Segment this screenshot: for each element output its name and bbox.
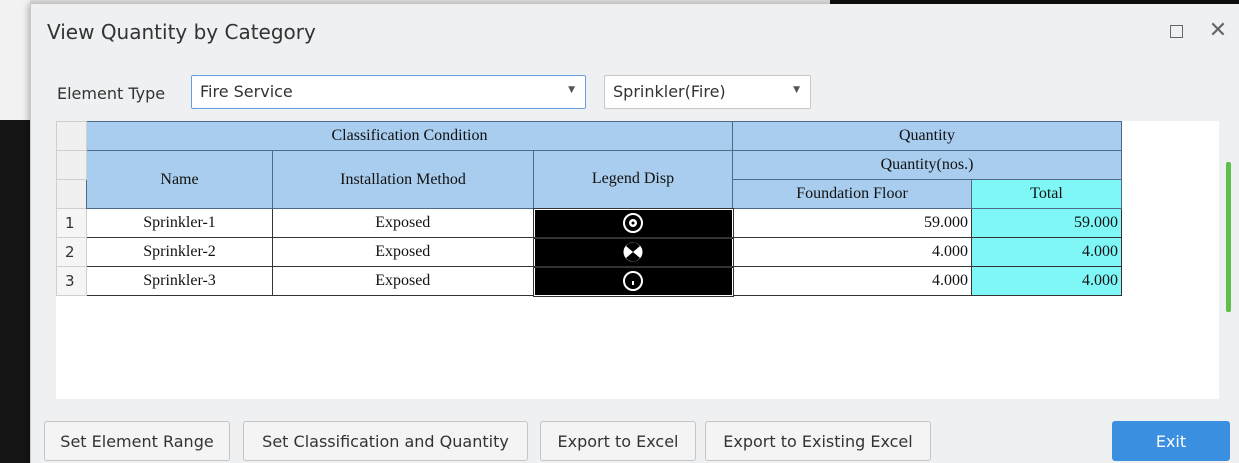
dialog-title: View Quantity by Category <box>47 20 316 44</box>
quantity-table-panel: Classification Condition Quantity Name I… <box>56 121 1219 399</box>
foundation-floor-cell[interactable]: 4.000 <box>732 237 972 267</box>
row-number[interactable]: 2 <box>56 237 87 267</box>
header-row-number-cell <box>56 150 87 180</box>
foundation-floor-column-header[interactable]: Foundation Floor <box>732 179 972 209</box>
name-cell[interactable]: Sprinkler-2 <box>86 237 273 267</box>
foundation-floor-cell[interactable]: 4.000 <box>732 266 972 296</box>
name-column-header[interactable]: Name <box>86 150 273 209</box>
legend-cell[interactable] <box>532 265 734 297</box>
table-row[interactable]: 3 Sprinkler-3 Exposed 4.000 4.000 <box>56 265 1122 297</box>
row-number[interactable]: 1 <box>56 208 87 238</box>
installation-method-column-header[interactable]: Installation Method <box>272 150 534 209</box>
name-cell[interactable]: Sprinkler-1 <box>86 208 273 238</box>
view-quantity-dialog: View Quantity by Category ✕ Element Type… <box>30 4 1239 463</box>
chevron-down-icon: ▼ <box>568 85 575 95</box>
element-subtype-select[interactable]: Sprinkler(Fire) ▼ <box>604 75 811 109</box>
background-app-panel <box>0 0 30 120</box>
maximize-button[interactable] <box>1163 18 1189 44</box>
background-app-dark-panel <box>0 120 30 463</box>
foundation-floor-cell[interactable]: 59.000 <box>732 208 972 238</box>
exit-button[interactable]: Exit <box>1112 421 1230 461</box>
set-element-range-button[interactable]: Set Element Range <box>44 421 230 461</box>
legend-disp-column-header[interactable]: Legend Disp <box>533 150 733 209</box>
name-cell[interactable]: Sprinkler-3 <box>86 266 273 296</box>
table-row[interactable]: 1 Sprinkler-1 Exposed 59.000 59.000 <box>56 207 1122 239</box>
sprinkler-symbol-3-icon <box>623 271 643 291</box>
close-button[interactable]: ✕ <box>1205 18 1231 44</box>
total-cell[interactable]: 4.000 <box>971 237 1122 267</box>
installation-method-cell[interactable]: Exposed <box>272 237 534 267</box>
sprinkler-symbol-1-icon <box>623 213 643 233</box>
total-cell[interactable]: 59.000 <box>971 208 1122 238</box>
export-to-excel-button[interactable]: Export to Excel <box>540 421 696 461</box>
total-column-header[interactable]: Total <box>971 179 1122 209</box>
element-subtype-value: Sprinkler(Fire) <box>613 82 726 101</box>
chevron-down-icon: ▼ <box>793 85 800 95</box>
classification-condition-header: Classification Condition <box>86 121 733 151</box>
maximize-icon <box>1169 24 1183 38</box>
installation-method-cell[interactable]: Exposed <box>272 208 534 238</box>
quantity-header: Quantity <box>732 121 1122 151</box>
element-type-value: Fire Service <box>200 82 293 101</box>
sprinkler-symbol-2-icon <box>623 242 643 262</box>
close-icon: ✕ <box>1208 18 1228 43</box>
set-classification-and-quantity-button[interactable]: Set Classification and Quantity <box>243 421 528 461</box>
corner-cell <box>56 121 87 151</box>
installation-method-cell[interactable]: Exposed <box>272 266 534 296</box>
quantity-unit-header: Quantity(nos.) <box>732 150 1122 180</box>
element-type-select[interactable]: Fire Service ▼ <box>191 75 586 109</box>
quantity-table: Classification Condition Quantity Name I… <box>56 121 1122 297</box>
vertical-scrollbar[interactable] <box>1226 162 1231 312</box>
header-row-number-cell <box>56 179 87 209</box>
legend-cell[interactable] <box>532 207 734 239</box>
row-number[interactable]: 3 <box>56 266 87 296</box>
element-type-label: Element Type <box>57 84 166 103</box>
export-to-existing-excel-button[interactable]: Export to Existing Excel <box>705 421 931 461</box>
table-row[interactable]: 2 Sprinkler-2 Exposed 4.000 4.000 <box>56 236 1122 268</box>
legend-cell[interactable] <box>532 236 734 268</box>
total-cell[interactable]: 4.000 <box>971 266 1122 296</box>
